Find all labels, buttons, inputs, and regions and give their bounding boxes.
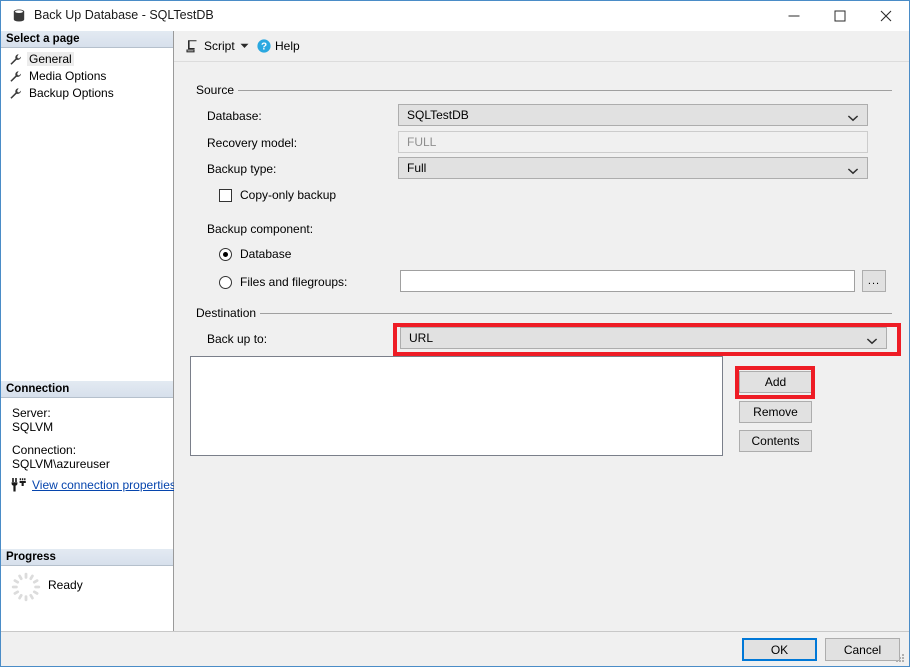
source-group-label: Source	[192, 83, 238, 97]
backup-component-label: Backup component:	[207, 222, 313, 236]
svg-text:?: ?	[261, 41, 267, 52]
backup-type-combo-value: Full	[407, 161, 426, 175]
remove-button[interactable]: Remove	[739, 401, 812, 423]
resize-grip[interactable]	[894, 652, 906, 664]
select-page-header-label: Select a page	[6, 33, 80, 45]
maximize-icon[interactable]	[817, 1, 863, 30]
progress-header-label: Progress	[6, 551, 56, 563]
database-combo-value: SQLTestDB	[407, 108, 469, 122]
chevron-down-icon	[847, 164, 859, 172]
backup-type-combo[interactable]: Full	[398, 157, 868, 179]
ok-button[interactable]: OK	[742, 638, 817, 661]
destination-group-divider	[256, 313, 892, 314]
component-files-label: Files and filegroups:	[240, 275, 347, 289]
minimize-icon[interactable]	[771, 1, 817, 30]
help-label: Help	[275, 39, 300, 53]
chevron-down-icon[interactable]	[236, 35, 252, 56]
database-label: Database:	[207, 109, 262, 123]
chevron-down-icon	[847, 111, 859, 119]
destination-list[interactable]	[190, 356, 723, 456]
destination-group-label: Destination	[192, 306, 260, 320]
connection-header: Connection	[1, 381, 173, 398]
connection-caption: Connection:	[12, 443, 76, 457]
radio-circle	[219, 248, 232, 261]
main-panel: Script ? Help Source Database: SQLTestDB	[174, 31, 909, 631]
close-icon[interactable]	[863, 1, 909, 30]
copy-only-backup-label: Copy-only backup	[240, 188, 336, 202]
script-icon	[185, 39, 199, 53]
files-filegroups-input[interactable]	[400, 270, 855, 292]
progress-status-text: Ready	[48, 578, 83, 592]
add-button[interactable]: Add	[739, 371, 812, 393]
script-label: Script	[204, 39, 235, 53]
server-value: SQLVM	[12, 420, 53, 434]
select-page-header: Select a page	[1, 31, 173, 48]
backup-to-label: Back up to:	[207, 332, 267, 346]
sidebar: Select a page General Media Options	[1, 31, 174, 631]
help-button[interactable]: ? Help	[254, 35, 303, 56]
help-question-icon: ?	[257, 39, 271, 53]
backup-to-combo[interactable]: URL	[400, 327, 887, 349]
backup-type-label: Backup type:	[207, 162, 276, 176]
backup-database-dialog: Back Up Database - SQLTestDB Select a pa…	[0, 0, 910, 667]
database-combo[interactable]: SQLTestDB	[398, 104, 868, 126]
wrench-icon	[9, 53, 22, 66]
cancel-button[interactable]: Cancel	[825, 638, 900, 661]
wrench-icon	[9, 87, 22, 100]
dialog-footer: OK Cancel	[1, 631, 909, 666]
chevron-down-icon	[866, 334, 878, 342]
server-caption: Server:	[12, 406, 51, 420]
script-button[interactable]: Script	[182, 35, 238, 56]
backup-to-combo-value: URL	[409, 331, 433, 345]
browse-files-button[interactable]: ...	[862, 270, 886, 292]
component-database-label: Database	[240, 247, 291, 261]
sidebar-item-label: Media Options	[27, 69, 108, 83]
source-group-divider	[232, 90, 892, 91]
connection-properties-icon	[11, 477, 28, 493]
radio-circle	[219, 276, 232, 289]
title-bar: Back Up Database - SQLTestDB	[1, 1, 909, 32]
view-connection-properties-link[interactable]: View connection properties	[32, 478, 176, 492]
progress-header: Progress	[1, 549, 173, 566]
progress-spinner-icon	[11, 572, 41, 602]
checkbox-box	[219, 189, 232, 202]
sidebar-item-label: General	[27, 52, 74, 66]
connection-value: SQLVM\azureuser	[12, 457, 110, 471]
dialog-toolbar: Script ? Help	[174, 31, 909, 62]
sidebar-item-label: Backup Options	[27, 86, 116, 100]
wrench-icon	[9, 70, 22, 83]
recovery-model-label: Recovery model:	[207, 136, 297, 150]
database-icon	[11, 8, 27, 24]
recovery-model-value: FULL	[407, 135, 436, 149]
connection-header-label: Connection	[6, 383, 69, 395]
window-title: Back Up Database - SQLTestDB	[34, 8, 214, 22]
contents-button[interactable]: Contents	[739, 430, 812, 452]
recovery-model-field: FULL	[398, 131, 868, 153]
